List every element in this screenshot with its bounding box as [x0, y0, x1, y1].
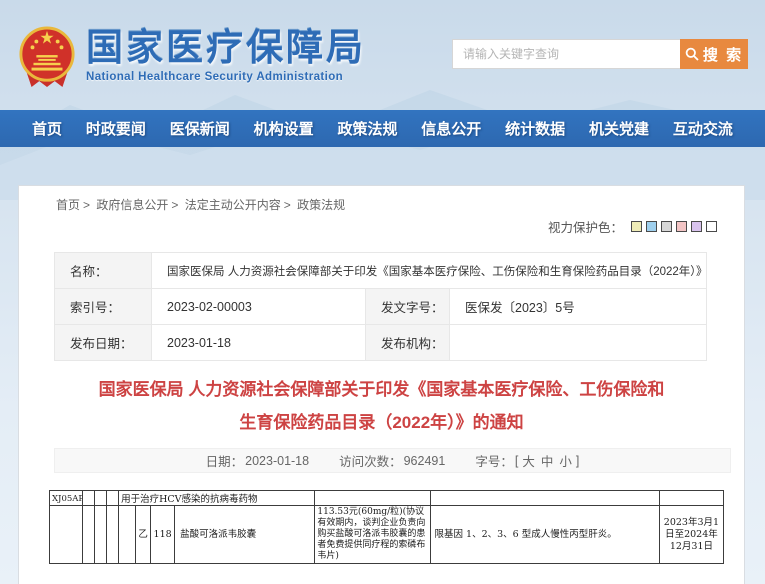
search-input[interactable]	[453, 40, 680, 68]
color-swatch-white[interactable]	[706, 221, 717, 232]
color-swatch-blue[interactable]	[646, 221, 657, 232]
article-visits-value: 962491	[403, 453, 446, 468]
eye-protection-label: 视力保护色：	[547, 221, 623, 235]
nav-item-information-disclosure[interactable]: 信息公开	[421, 118, 481, 139]
nav-item-policies[interactable]: 政策法规	[337, 118, 397, 139]
meta-value-org	[448, 324, 708, 361]
empty-cell	[314, 490, 431, 506]
main-navigation: 首页 时政要闻 医保新闻 机构设置 政策法规 信息公开 统计数据 机关党建 互动…	[0, 110, 765, 147]
site-name: 国家医疗保障局	[86, 27, 366, 68]
empty-cell	[118, 505, 137, 564]
meta-value-docno: 医保发〔2023〕5号	[448, 288, 708, 325]
site-branding[interactable]: 国家医疗保障局 National Healthcare Security Adm…	[18, 22, 366, 92]
article-date-label: 日期：	[205, 455, 244, 469]
empty-cell	[82, 505, 96, 564]
article-title-line1: 国家医保局 人力资源社会保障部关于印发《国家基本医疗保险、工伤保险和	[98, 380, 665, 399]
font-size-label: 字号：	[475, 455, 513, 469]
color-swatch-yellow[interactable]	[631, 221, 642, 232]
breadcrumb-gov-info[interactable]: 政府信息公开	[96, 198, 168, 212]
drug-price-note-cell: 113.53元(60mg/粒)(协议有效期内，谈判企业负责向购买盐酸可洛派韦胶囊…	[314, 505, 431, 564]
empty-cell	[658, 490, 725, 506]
drug-catalog-table: XJ05AP 用于治疗HCV感染的抗病毒药物 乙 118 盐酸可洛派韦胶囊 11…	[48, 490, 725, 564]
breadcrumb-separator: >	[171, 198, 179, 212]
meta-label-org: 发布机构：	[365, 324, 450, 361]
font-size-bracket: [	[514, 453, 519, 468]
color-swatch-gray[interactable]	[661, 221, 672, 232]
search-icon	[685, 47, 699, 61]
nav-item-medical-insurance-news[interactable]: 医保新闻	[170, 118, 230, 139]
empty-cell	[106, 490, 120, 506]
nav-item-current-politics[interactable]: 时政要闻	[86, 118, 146, 139]
site-name-english: National Healthcare Security Administrat…	[86, 71, 344, 83]
breadcrumb-separator: >	[83, 198, 91, 212]
nav-item-party-building[interactable]: 机关党建	[589, 118, 649, 139]
search-box	[452, 39, 680, 69]
breadcrumb-home[interactable]: 首页	[56, 198, 80, 212]
search-button-label: 搜 索	[702, 46, 744, 64]
meta-label-index: 索引号：	[54, 288, 152, 325]
nav-item-home[interactable]: 首页	[32, 118, 62, 139]
drug-name-cell: 盐酸可洛派韦胶囊	[174, 505, 316, 564]
nav-item-interaction[interactable]: 互动交流	[673, 118, 733, 139]
font-size-medium[interactable]: 中	[541, 451, 554, 470]
nav-item-organization[interactable]: 机构设置	[254, 118, 314, 139]
drug-period-cell: 2023年3月1日至2024年12月31日	[658, 505, 725, 564]
article-date-value: 2023-01-18	[245, 453, 310, 468]
meta-value-index: 2023-02-00003	[151, 288, 366, 325]
meta-value-pubdate: 2023-01-18	[151, 324, 366, 361]
table-row-category: XJ05AP 用于治疗HCV感染的抗病毒药物	[48, 490, 725, 506]
article-date: 日期： 2023-01-18	[206, 451, 309, 470]
article-info-bar: 日期： 2023-01-18 访问次数： 962491 字号：[大中小]	[54, 448, 731, 473]
meta-label-pubdate: 发布日期：	[54, 324, 152, 361]
document-meta-table: 名称： 国家医保局 人力资源社会保障部关于印发《国家基本医疗保险、工伤保险和生育…	[54, 252, 708, 361]
breadcrumb-disclosure-content[interactable]: 法定主动公开内容	[185, 198, 281, 212]
breadcrumb-current-page: 政策法规	[297, 198, 346, 212]
eye-protection-colors: 视力保护色：	[548, 217, 717, 236]
color-swatch-pink[interactable]	[676, 221, 687, 232]
font-size-large[interactable]: 大	[522, 451, 535, 470]
font-size-small[interactable]: 小	[559, 451, 572, 470]
article-visits-label: 访问次数：	[339, 455, 402, 469]
font-size-control: 字号：[大中小]	[475, 451, 579, 470]
meta-row-pubdate: 发布日期： 2023-01-18 发布机构：	[54, 324, 708, 361]
meta-row-index: 索引号： 2023-02-00003 发文字号： 医保发〔2023〕5号	[54, 288, 708, 325]
article-title: 国家医保局 人力资源社会保障部关于印发《国家基本医疗保险、工伤保险和 生育保险药…	[19, 373, 744, 439]
site-titles: 国家医疗保障局 National Healthcare Security Adm…	[86, 22, 366, 84]
meta-label-name: 名称：	[54, 252, 152, 289]
national-emblem-icon	[19, 26, 75, 87]
drug-category-cell: 用于治疗HCV感染的抗病毒药物	[118, 490, 316, 506]
drug-class-cell: 乙	[135, 505, 152, 564]
empty-cell	[48, 505, 84, 564]
meta-value-name: 国家医保局 人力资源社会保障部关于印发《国家基本医疗保险、工伤保险和生育保险药品…	[150, 252, 708, 289]
site-header: 国家医疗保障局 National Healthcare Security Adm…	[0, 0, 765, 110]
empty-cell	[94, 490, 108, 506]
article-title-line2: 生育保险药品目录（2022年）》的通知	[239, 413, 524, 432]
font-size-bracket: ]	[575, 453, 580, 468]
meta-label-docno: 发文字号：	[365, 288, 450, 325]
content-panel: 首页 > 政府信息公开 > 法定主动公开内容 > 政策法规 视力保护色： 名称： 国家…	[18, 185, 745, 584]
atc-code-cell: XJ05AP	[48, 490, 84, 506]
drug-restriction-cell: 限基因 1、2、3、6 型成人慢性丙型肝炎。	[429, 505, 660, 564]
empty-cell	[94, 505, 108, 564]
article-visits: 访问次数： 962491	[339, 451, 445, 470]
table-row-drug: 乙 118 盐酸可洛派韦胶囊 113.53元(60mg/粒)(协议有效期内，谈判…	[48, 505, 725, 564]
color-swatch-purple[interactable]	[691, 221, 702, 232]
breadcrumb-separator: >	[283, 198, 291, 212]
empty-cell	[429, 490, 660, 506]
breadcrumb: 首页 > 政府信息公开 > 法定主动公开内容 > 政策法规	[56, 196, 345, 213]
nav-item-statistics[interactable]: 统计数据	[505, 118, 565, 139]
empty-cell	[82, 490, 96, 506]
search-button[interactable]: 搜 索	[680, 39, 748, 69]
meta-row-name: 名称： 国家医保局 人力资源社会保障部关于印发《国家基本医疗保险、工伤保险和生育…	[54, 252, 708, 289]
drug-number-cell: 118	[150, 505, 176, 564]
empty-cell	[106, 505, 120, 564]
